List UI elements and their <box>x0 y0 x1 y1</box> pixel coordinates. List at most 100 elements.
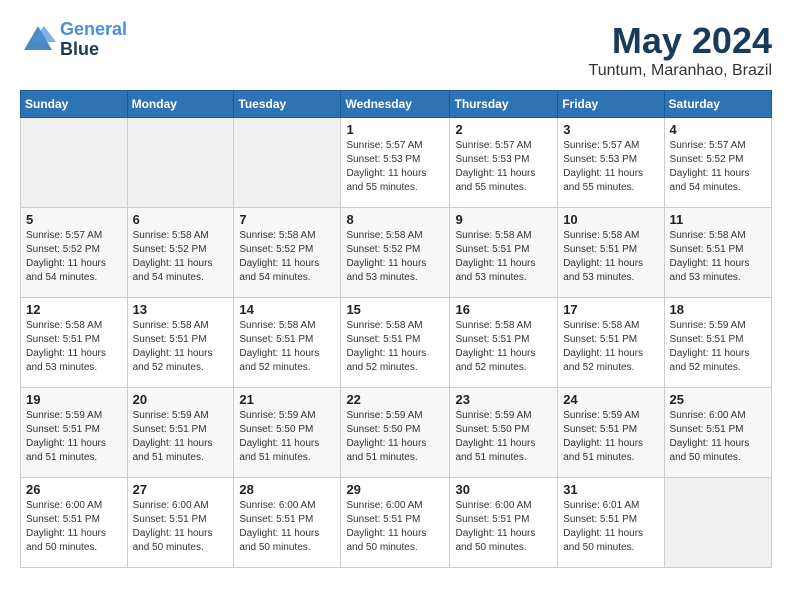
weekday-header-tuesday: Tuesday <box>234 91 341 118</box>
day-cell: 13Sunrise: 5:58 AM Sunset: 5:51 PM Dayli… <box>127 298 234 388</box>
day-number: 11 <box>670 212 766 227</box>
day-number: 31 <box>563 482 658 497</box>
day-number: 3 <box>563 122 658 137</box>
day-cell <box>664 478 771 568</box>
day-number: 27 <box>133 482 229 497</box>
week-row-2: 5 Sunrise: 5:57 AM Sunset: 5:52 PM Daylig… <box>21 208 772 298</box>
day-cell: 26Sunrise: 6:00 AM Sunset: 5:51 PM Dayli… <box>21 478 128 568</box>
day-cell: 19 Sunrise: 5:59 AM Sunset: 5:51 PM Dayli… <box>21 388 128 478</box>
day-number: 4 <box>670 122 766 137</box>
day-number: 16 <box>455 302 552 317</box>
day-number: 21 <box>239 392 335 407</box>
day-cell: 21 Sunrise: 5:59 AM Sunset: 5:50 PM Dayli… <box>234 388 341 478</box>
day-number: 15 <box>346 302 444 317</box>
day-number: 26 <box>26 482 122 497</box>
day-number: 20 <box>133 392 229 407</box>
day-info: Sunrise: 5:57 AM Sunset: 5:52 PM Dayligh… <box>670 139 766 195</box>
day-info: Sunrise: 5:57 AM Sunset: 5:53 PM Dayligh… <box>346 139 444 195</box>
day-info: Sunrise: 5:59 AM Sunset: 5:50 PM Dayligh… <box>239 409 335 465</box>
day-info: Sunrise: 5:57 AM Sunset: 5:53 PM Dayligh… <box>563 139 658 195</box>
day-info: Sunrise: 5:57 AM Sunset: 5:52 PM Dayligh… <box>26 229 122 285</box>
day-cell: 17 Sunrise: 5:58 AM Sunset: 5:51 PM Dayli… <box>558 298 664 388</box>
week-row-3: 12 Sunrise: 5:58 AM Sunset: 5:51 PM Dayli… <box>21 298 772 388</box>
week-row-1: 1 Sunrise: 5:57 AM Sunset: 5:53 PM Daylig… <box>21 118 772 208</box>
day-number: 28 <box>239 482 335 497</box>
day-info: Sunrise: 5:59 AM Sunset: 5:50 PM Dayligh… <box>346 409 444 465</box>
day-info: Sunrise: 5:58 AM Sunset: 5:51 PM Dayligh… <box>563 229 658 285</box>
day-info: Sunrise: 5:58 AM Sunset: 5:51 PM Dayligh… <box>133 319 229 375</box>
day-cell: 24 Sunrise: 5:59 AM Sunset: 5:51 PM Dayli… <box>558 388 664 478</box>
day-number: 8 <box>346 212 444 227</box>
day-number: 22 <box>346 392 444 407</box>
day-cell: 30Sunrise: 6:00 AM Sunset: 5:51 PM Dayli… <box>450 478 558 568</box>
day-number: 23 <box>455 392 552 407</box>
day-number: 24 <box>563 392 658 407</box>
day-number: 10 <box>563 212 658 227</box>
day-cell: 25 Sunrise: 6:00 AM Sunset: 5:51 PM Dayli… <box>664 388 771 478</box>
day-info: Sunrise: 5:58 AM Sunset: 5:51 PM Dayligh… <box>563 319 658 375</box>
day-info: Sunrise: 5:58 AM Sunset: 5:52 PM Dayligh… <box>133 229 229 285</box>
day-cell: 12 Sunrise: 5:58 AM Sunset: 5:51 PM Dayli… <box>21 298 128 388</box>
day-cell: 1 Sunrise: 5:57 AM Sunset: 5:53 PM Daylig… <box>341 118 450 208</box>
calendar-body: 1 Sunrise: 5:57 AM Sunset: 5:53 PM Daylig… <box>21 118 772 568</box>
weekday-header-sunday: Sunday <box>21 91 128 118</box>
day-number: 1 <box>346 122 444 137</box>
location-subtitle: Tuntum, Maranhao, Brazil <box>589 62 772 80</box>
title-block: May 2024 Tuntum, Maranhao, Brazil <box>589 20 772 80</box>
day-cell: 15 Sunrise: 5:58 AM Sunset: 5:51 PM Dayli… <box>341 298 450 388</box>
day-number: 17 <box>563 302 658 317</box>
logo-blue: Blue <box>60 39 99 59</box>
day-cell: 18 Sunrise: 5:59 AM Sunset: 5:51 PM Dayli… <box>664 298 771 388</box>
day-cell: 2Sunrise: 5:57 AM Sunset: 5:53 PM Daylig… <box>450 118 558 208</box>
day-cell <box>127 118 234 208</box>
day-number: 18 <box>670 302 766 317</box>
day-info: Sunrise: 5:58 AM Sunset: 5:51 PM Dayligh… <box>26 319 122 375</box>
weekday-header-saturday: Saturday <box>664 91 771 118</box>
day-cell: 5 Sunrise: 5:57 AM Sunset: 5:52 PM Daylig… <box>21 208 128 298</box>
day-info: Sunrise: 5:59 AM Sunset: 5:50 PM Dayligh… <box>455 409 552 465</box>
day-info: Sunrise: 5:58 AM Sunset: 5:52 PM Dayligh… <box>346 229 444 285</box>
day-number: 25 <box>670 392 766 407</box>
day-cell: 14Sunrise: 5:58 AM Sunset: 5:51 PM Dayli… <box>234 298 341 388</box>
day-info: Sunrise: 5:58 AM Sunset: 5:51 PM Dayligh… <box>346 319 444 375</box>
weekday-header-thursday: Thursday <box>450 91 558 118</box>
day-number: 14 <box>239 302 335 317</box>
day-info: Sunrise: 5:58 AM Sunset: 5:51 PM Dayligh… <box>455 229 552 285</box>
day-info: Sunrise: 6:00 AM Sunset: 5:51 PM Dayligh… <box>670 409 766 465</box>
day-cell: 9 Sunrise: 5:58 AM Sunset: 5:51 PM Daylig… <box>450 208 558 298</box>
day-number: 12 <box>26 302 122 317</box>
day-info: Sunrise: 5:59 AM Sunset: 5:51 PM Dayligh… <box>26 409 122 465</box>
day-info: Sunrise: 5:59 AM Sunset: 5:51 PM Dayligh… <box>133 409 229 465</box>
day-number: 29 <box>346 482 444 497</box>
day-info: Sunrise: 6:00 AM Sunset: 5:51 PM Dayligh… <box>346 499 444 555</box>
page-header: General Blue May 2024 Tuntum, Maranhao, … <box>20 20 772 80</box>
calendar-header: SundayMondayTuesdayWednesdayThursdayFrid… <box>21 91 772 118</box>
day-cell: 29 Sunrise: 6:00 AM Sunset: 5:51 PM Dayli… <box>341 478 450 568</box>
day-cell: 22 Sunrise: 5:59 AM Sunset: 5:50 PM Dayli… <box>341 388 450 478</box>
day-cell <box>234 118 341 208</box>
weekday-row: SundayMondayTuesdayWednesdayThursdayFrid… <box>21 91 772 118</box>
day-info: Sunrise: 5:59 AM Sunset: 5:51 PM Dayligh… <box>563 409 658 465</box>
day-info: Sunrise: 5:59 AM Sunset: 5:51 PM Dayligh… <box>670 319 766 375</box>
day-cell: 11 Sunrise: 5:58 AM Sunset: 5:51 PM Dayli… <box>664 208 771 298</box>
day-cell: 16Sunrise: 5:58 AM Sunset: 5:51 PM Dayli… <box>450 298 558 388</box>
day-number: 30 <box>455 482 552 497</box>
day-cell: 20 Sunrise: 5:59 AM Sunset: 5:51 PM Dayli… <box>127 388 234 478</box>
day-number: 6 <box>133 212 229 227</box>
day-number: 19 <box>26 392 122 407</box>
day-number: 9 <box>455 212 552 227</box>
weekday-header-wednesday: Wednesday <box>341 91 450 118</box>
day-cell: 8 Sunrise: 5:58 AM Sunset: 5:52 PM Daylig… <box>341 208 450 298</box>
day-number: 5 <box>26 212 122 227</box>
logo: General Blue <box>20 20 127 60</box>
day-cell: 23 Sunrise: 5:59 AM Sunset: 5:50 PM Dayli… <box>450 388 558 478</box>
day-info: Sunrise: 5:58 AM Sunset: 5:51 PM Dayligh… <box>670 229 766 285</box>
month-title: May 2024 <box>589 20 772 62</box>
day-cell: 7Sunrise: 5:58 AM Sunset: 5:52 PM Daylig… <box>234 208 341 298</box>
day-cell: 6 Sunrise: 5:58 AM Sunset: 5:52 PM Daylig… <box>127 208 234 298</box>
week-row-5: 26 Sunrise: 6:00 AM Sunset: 5:51 PM Dayli… <box>21 478 772 568</box>
day-info: Sunrise: 6:00 AM Sunset: 5:51 PM Dayligh… <box>239 499 335 555</box>
day-info: Sunrise: 5:57 AM Sunset: 5:53 PM Dayligh… <box>455 139 552 195</box>
day-cell: 10 Sunrise: 5:58 AM Sunset: 5:51 PM Dayli… <box>558 208 664 298</box>
day-cell: 3 Sunrise: 5:57 AM Sunset: 5:53 PM Daylig… <box>558 118 664 208</box>
